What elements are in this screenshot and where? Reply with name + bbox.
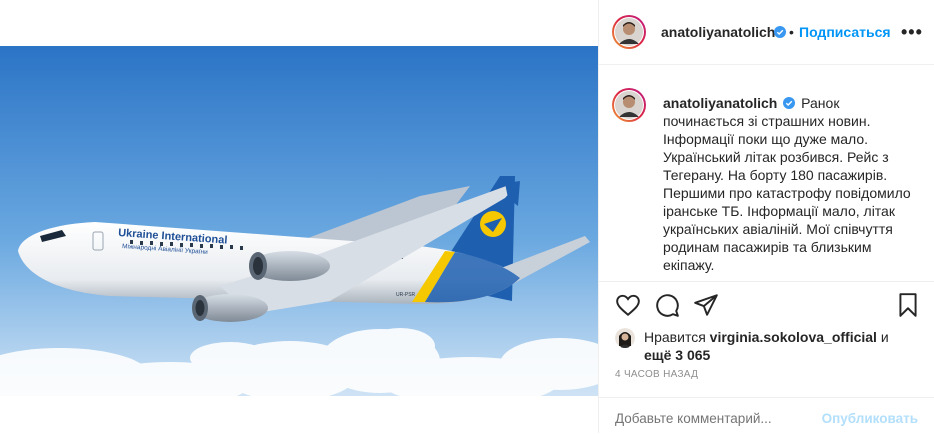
likes-prefix: Нравится [644,329,706,345]
follow-button[interactable]: Подписаться [799,24,891,40]
liker-username[interactable]: virginia.sokolova_official [710,329,877,345]
caption-text: Ранок починається зі страшних новин. Інф… [663,95,911,273]
caption-username[interactable]: anatoliyanatolich [663,95,777,111]
heart-icon[interactable] [615,292,641,318]
comment-box: Опубликовать [599,397,934,434]
comment-input[interactable] [615,411,805,426]
verified-badge-icon [774,26,786,38]
liker-avatar[interactable] [615,328,635,348]
publish-button[interactable]: Опубликовать [822,411,918,426]
post-side-panel: anatoliyanatolich • Подписаться ••• anat… [598,0,934,433]
airplane-photo[interactable]: Ukraine International Міжнародні Авіалін… [0,46,598,396]
caption-avatar[interactable] [614,90,644,120]
caption-verified-icon [783,97,796,109]
post-timestamp[interactable]: 4 ЧАСОВ НАЗАД [615,369,698,380]
more-options-button[interactable]: ••• [901,22,923,43]
avatar[interactable] [614,17,644,47]
likes-summary: Нравится virginia.sokolova_official и ещ… [644,328,889,364]
likes-suffix: и [880,329,889,345]
paper-plane-icon[interactable] [693,292,719,318]
separator-dot: • [789,24,794,40]
bookmark-icon[interactable] [895,292,921,318]
post-header: anatoliyanatolich • Подписаться ••• [599,0,934,65]
likes-count[interactable]: ещё 3 065 [644,347,710,363]
aircraft-registration: UR-PSR [396,292,416,298]
username[interactable]: anatoliyanatolich [661,24,775,40]
post-caption: anatoliyanatolich Ранок починається зі с… [663,94,923,274]
post-actions-bar [599,281,934,326]
comment-icon[interactable] [654,292,680,318]
post-media: Ukraine International Міжнародні Авіалін… [0,0,598,433]
